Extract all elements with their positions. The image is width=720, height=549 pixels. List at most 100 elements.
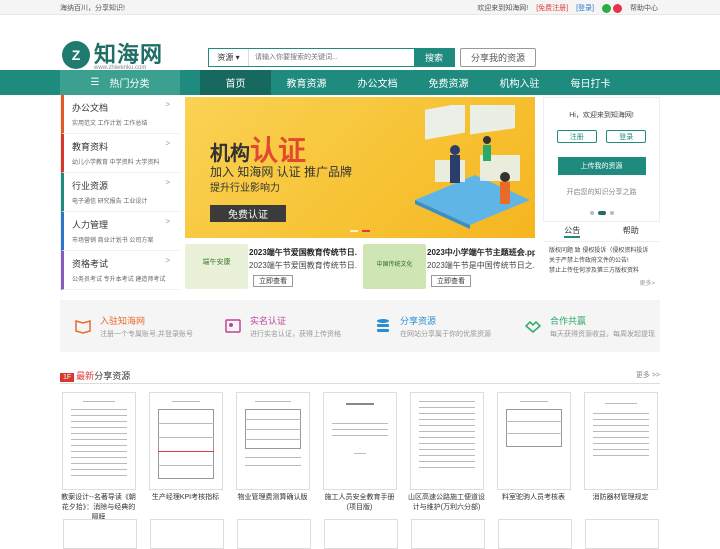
sidebar-item-subs[interactable]: 市场营销 商业计划书 公司方案 xyxy=(72,235,180,244)
nav-free-resources[interactable]: 免费资源 xyxy=(413,70,484,95)
feature-title: 入驻知海网 xyxy=(100,316,146,326)
sidebar-item-hr[interactable]: 人力管理 市场营销 商业计划书 公司方案 > xyxy=(61,212,180,251)
document-card[interactable]: 施工人员安全教育手册(项目版) xyxy=(321,392,398,523)
share-resource-button[interactable]: 分享我的资源 xyxy=(460,48,536,67)
tab-notice[interactable]: 公告 xyxy=(564,225,581,238)
document-card[interactable]: 山区高速公路施工便道设计与维护(万利六分部) xyxy=(408,392,485,523)
nav-office-docs[interactable]: 办公文档 xyxy=(342,70,413,95)
document-title[interactable]: 生产经理KPI考核指标 xyxy=(147,493,224,503)
help-center-link[interactable]: 帮助中心 xyxy=(630,3,658,13)
nav-home[interactable]: 首页 xyxy=(200,70,271,95)
feature-verify[interactable]: 实名认证 进行实名认证，获得上传资格 xyxy=(210,300,360,352)
user-carousel-dots[interactable] xyxy=(544,211,659,215)
document-thumbnail[interactable] xyxy=(235,392,310,490)
hero-banner[interactable]: 机构认证 加入 知海网 认证 推广品牌 提升行业影响力 免费认证 xyxy=(185,97,535,238)
nav-institution[interactable]: 机构入驻 xyxy=(484,70,555,95)
news-title[interactable]: 2023端午节爱国教育传统节日... xyxy=(249,247,357,258)
document-title[interactable]: 山区高速公路施工便道设计与维护(万利六分部) xyxy=(408,493,485,513)
sidebar-item-office[interactable]: 办公文档 实用范文 工作计划 工作总结 > xyxy=(61,95,180,134)
feature-cooperate[interactable]: 合作共赢每天获得资源收益，每周发起提现 xyxy=(510,300,660,352)
document-card[interactable]: 料室驼驹人员考核表 xyxy=(495,392,572,523)
document-thumbnail[interactable] xyxy=(150,519,224,549)
section-title-a: 最新 xyxy=(76,371,95,381)
site-slogan: 海纳百川，分享知识! xyxy=(60,5,125,12)
login-button[interactable]: 登录 xyxy=(606,130,647,143)
top-bar: 海纳百川，分享知识! 欢迎来到知海网! [免费注册] [登录] 帮助中心 xyxy=(0,0,720,15)
document-thumbnail[interactable] xyxy=(237,519,311,549)
journey-text: 开启您的知识分享之路 xyxy=(566,189,637,196)
document-thumbnail[interactable] xyxy=(585,519,659,549)
news-title[interactable]: 2023中小学端午节主题班会.ppt xyxy=(427,247,535,258)
register-button[interactable]: 注册 xyxy=(556,130,597,143)
nav-daily-checkin[interactable]: 每日打卡 xyxy=(555,70,626,95)
document-thumbnail[interactable] xyxy=(411,519,485,549)
document-thumbnail[interactable] xyxy=(63,519,137,549)
free-register-link[interactable]: [免费注册] xyxy=(536,3,568,13)
document-card[interactable]: 消防器材管理规定 xyxy=(582,392,659,523)
chevron-right-icon: > xyxy=(165,139,170,148)
logo-text: 知海网 xyxy=(94,42,164,67)
document-title[interactable]: 料室驼驹人员考核表 xyxy=(495,493,572,503)
document-thumbnail[interactable] xyxy=(409,392,484,490)
news-card[interactable]: 中国传统文化 2023中小学端午节主题班会.ppt 2023端午节是中国传统节日… xyxy=(363,244,536,289)
sidebar-item-exams[interactable]: 资格考试 公务员考试 专升本考试 建造师考试 > xyxy=(61,251,180,290)
notice-item[interactable]: 禁止上传任何涉及第三方版权资料 xyxy=(549,266,660,276)
login-link[interactable]: [登录] xyxy=(576,3,594,13)
sidebar-item-subs[interactable]: 电子通信 研究报告 工业设计 xyxy=(72,196,180,205)
site-logo[interactable]: Z 知海网 www.zhiwenku.com xyxy=(62,41,164,71)
search-input[interactable] xyxy=(249,49,414,66)
wechat-icon[interactable] xyxy=(602,3,611,13)
document-thumbnail[interactable] xyxy=(61,392,136,490)
sidebar-item-education[interactable]: 教育资料 幼儿小学教育 中学资料 大学资料 > xyxy=(61,134,180,173)
thumb-label: 端午安康 xyxy=(202,259,231,266)
document-title[interactable]: 施工人员安全教育手册(项目版) xyxy=(321,493,398,513)
document-grid-row2 xyxy=(60,519,660,549)
section-more-link[interactable]: 更多 >> xyxy=(636,370,660,380)
sidebar-item-title: 办公文档 xyxy=(72,103,109,113)
search-category-select[interactable]: 资源 ▾ xyxy=(209,49,249,66)
sidebar-item-subs[interactable]: 公务员考试 专升本考试 建造师考试 xyxy=(72,274,180,283)
nav-education[interactable]: 教育资源 xyxy=(271,70,342,95)
view-now-button[interactable]: 立即查看 xyxy=(253,275,293,287)
free-certify-button[interactable]: 免费认证 xyxy=(210,205,286,222)
weibo-icon[interactable] xyxy=(613,3,622,13)
banner-pager[interactable] xyxy=(350,230,370,232)
feature-title: 合作共赢 xyxy=(550,316,587,326)
document-card[interactable]: 生产经理KPI考核指标 xyxy=(147,392,224,523)
document-card[interactable]: 教案设计--名著导读《朝花夕拾》：消除与经典的隔膜 xyxy=(60,392,137,523)
notice-more-link[interactable]: 更多> xyxy=(639,278,655,287)
search-button[interactable]: 搜索 xyxy=(414,49,454,66)
chevron-right-icon: > xyxy=(165,100,170,109)
document-title[interactable]: 物业管理费测算确认版 xyxy=(234,493,311,503)
thumb-label: 中国传统文化 xyxy=(376,262,413,268)
welcome-text: 欢迎来到知海网! xyxy=(477,5,529,12)
document-thumbnail[interactable] xyxy=(496,392,571,490)
sidebar-item-industry[interactable]: 行业资源 电子通信 研究报告 工业设计 > xyxy=(61,173,180,212)
document-thumbnail[interactable] xyxy=(324,519,398,549)
sidebar-item-subs[interactable]: 幼儿小学教育 中学资料 大学资料 xyxy=(72,157,180,166)
notice-item[interactable]: 关于严禁上传政府文件的公告! xyxy=(549,256,660,266)
sidebar-item-subs[interactable]: 实用范文 工作计划 工作总结 xyxy=(72,118,180,127)
banner-title-b: 认证 xyxy=(250,135,307,166)
upload-resource-button[interactable]: 上传我的资源 xyxy=(557,157,646,175)
document-thumbnail[interactable] xyxy=(498,519,572,549)
search-bar: 资源 ▾ 搜索 xyxy=(208,48,455,67)
view-now-button[interactable]: 立即查看 xyxy=(431,275,471,287)
news-card[interactable]: 端午安康 2023端午节爱国教育传统节日... 2023端午节爱国教育传统节日.… xyxy=(185,244,358,289)
tab-help[interactable]: 帮助 xyxy=(623,225,639,238)
feature-desc: 每天获得资源收益，每周发起提现 xyxy=(550,331,655,338)
feature-share[interactable]: 分享资源 在网站分享属于你的优质资源 xyxy=(360,300,510,352)
document-grid: 教案设计--名著导读《朝花夕拾》：消除与经典的隔膜 生产经理KPI考核指标 物业… xyxy=(60,392,660,523)
search-category-value: 资源 xyxy=(217,53,234,62)
document-title[interactable]: 消防器材管理规定 xyxy=(582,493,659,503)
document-thumbnail[interactable] xyxy=(583,392,658,490)
document-thumbnail[interactable] xyxy=(322,392,397,490)
document-card[interactable]: 物业管理费测算确认版 xyxy=(234,392,311,523)
document-thumbnail[interactable] xyxy=(148,392,223,490)
hot-category-menu[interactable]: ☰ 热门分类 xyxy=(60,70,180,95)
feature-strip: 入驻知海网 注册一个专属账号,并登录账号 实名认证 进行实名认证，获得上传资格 分享… xyxy=(60,300,660,352)
chevron-right-icon: > xyxy=(165,217,170,226)
notice-item[interactable]: 版权问题 致 侵权投诉（侵权资料投诉 xyxy=(549,246,660,256)
feature-join[interactable]: 入驻知海网 注册一个专属账号,并登录账号 xyxy=(60,300,210,352)
database-icon xyxy=(377,319,389,332)
